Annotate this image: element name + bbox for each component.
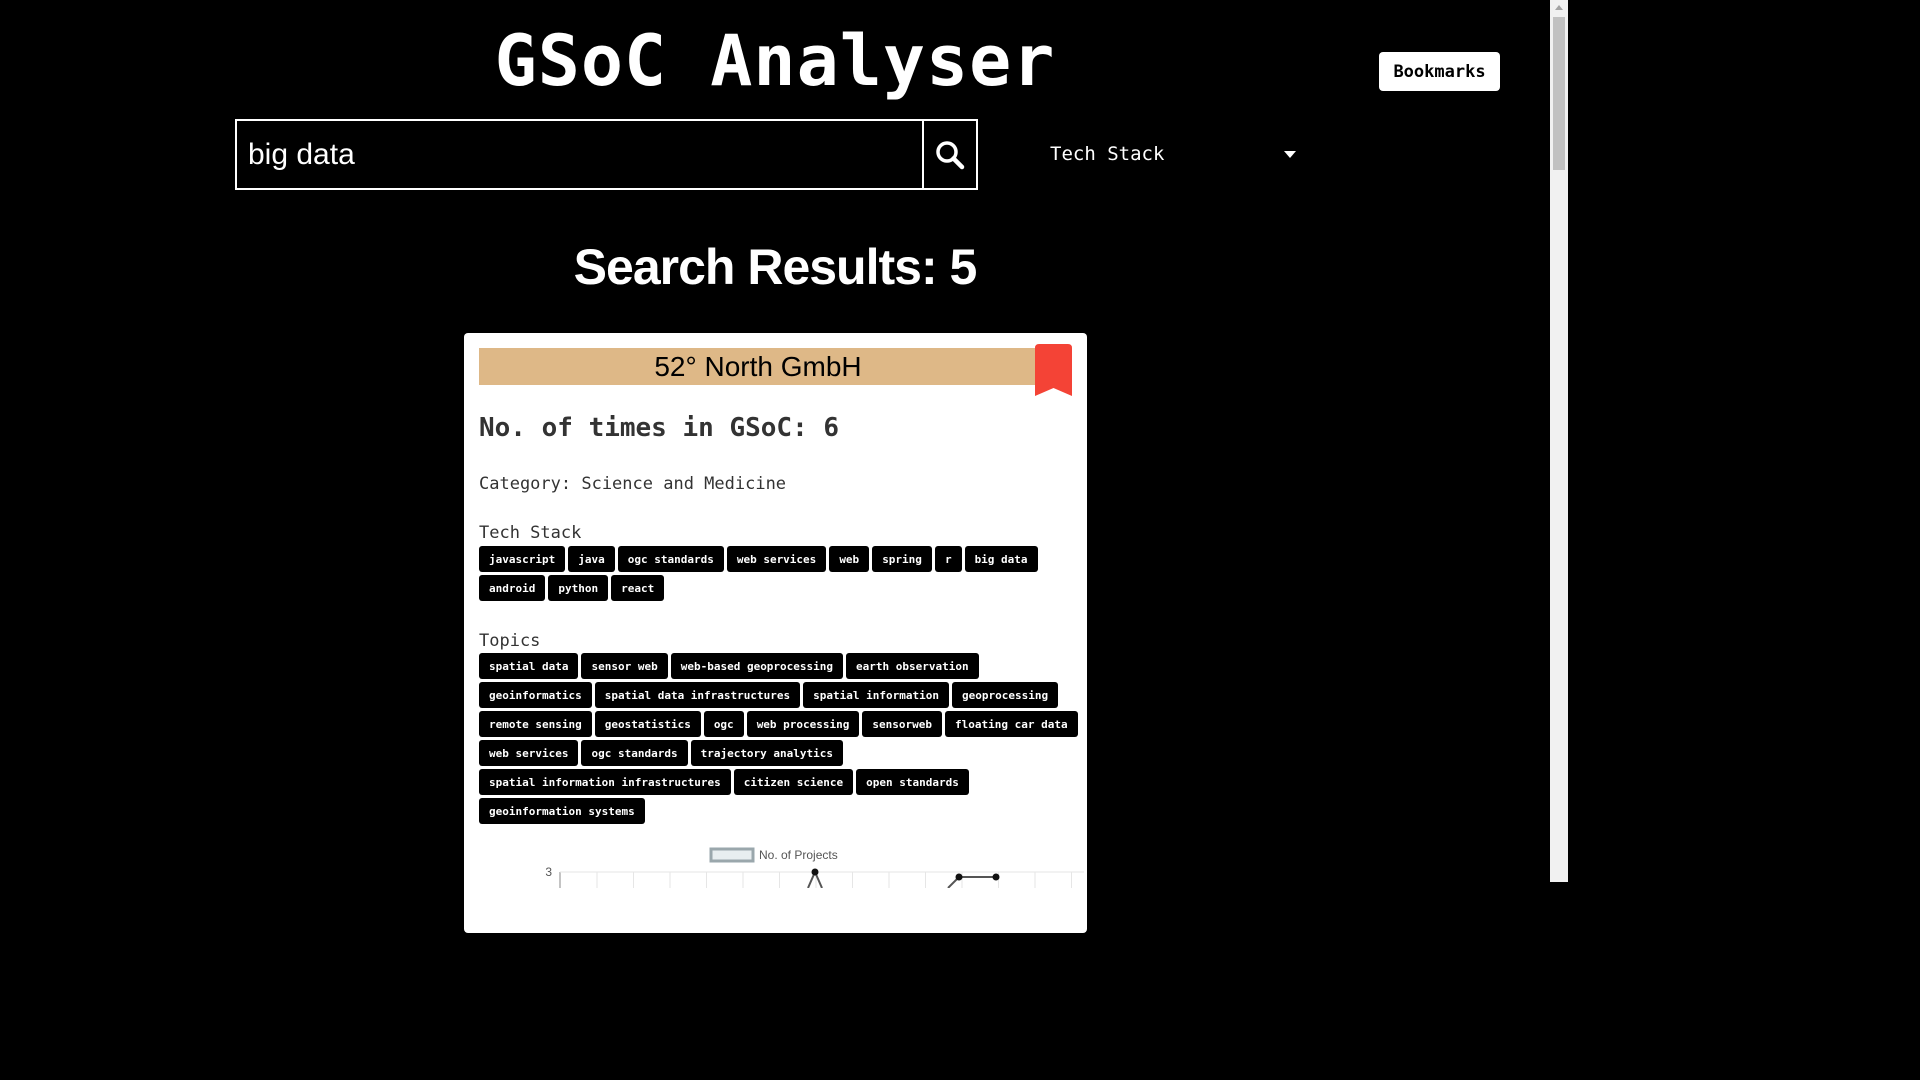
legend-swatch	[709, 847, 755, 863]
topic-tag[interactable]: ogc standards	[581, 740, 688, 766]
data-point	[811, 868, 819, 876]
tech-stack-tag[interactable]: spring	[872, 546, 932, 572]
page-scrollbar[interactable]	[1550, 0, 1568, 882]
org-name: 52° North GmbH	[654, 350, 862, 382]
topics-list: spatial data sensor web web-based geoproce…	[479, 653, 1079, 824]
bookmark-icon[interactable]	[1035, 344, 1072, 396]
gsoc-count: No. of times in GSoC: 6	[479, 413, 840, 443]
topic-tag[interactable]: sensor web	[581, 653, 668, 679]
tech-stack-tag[interactable]: web services	[726, 546, 827, 572]
search-bar	[235, 119, 978, 190]
data-point	[955, 873, 963, 881]
org-card: 52° North GmbH No. of times in GSoC: 6 C…	[464, 333, 1087, 933]
topic-tag[interactable]: web services	[479, 740, 579, 766]
projects-chart: No. of Projects 3	[545, 847, 1084, 888]
tech-stack-tag[interactable]: r	[934, 546, 962, 572]
tech-stack-list: javascript java ogc standards web services w…	[479, 546, 1079, 601]
app-title: GSoC Analyser	[494, 20, 1056, 102]
data-point	[992, 873, 1000, 881]
tech-stack-tag[interactable]: react	[611, 575, 665, 601]
topic-tag[interactable]: geoinformation systems	[479, 798, 645, 824]
topic-tag[interactable]: web processing	[746, 711, 860, 737]
topics-label: Topics	[479, 631, 541, 651]
series-line-segment	[947, 876, 996, 888]
topic-tag[interactable]: spatial data infrastructures	[594, 682, 801, 708]
topic-tag[interactable]: trajectory analytics	[690, 740, 844, 766]
legend-label[interactable]: No. of Projects	[759, 848, 838, 862]
topic-tag[interactable]: geostatistics	[594, 711, 701, 737]
topic-tag[interactable]: spatial data	[479, 653, 579, 679]
search-input[interactable]	[237, 121, 922, 188]
topic-tag[interactable]: earth observation	[846, 653, 979, 679]
chevron-down-icon	[1284, 150, 1296, 158]
topic-tag[interactable]: ogc	[703, 711, 744, 737]
bookmarks-button[interactable]: Bookmarks	[1379, 52, 1500, 91]
org-category: Category: Science and Medicine	[479, 474, 787, 494]
filter-selected-label: Tech Stack	[1050, 143, 1165, 165]
scrollbar-thumb[interactable]	[1553, 17, 1565, 170]
topic-tag[interactable]: citizen science	[733, 769, 854, 795]
tech-stack-tag[interactable]: android	[479, 575, 546, 601]
tech-stack-tag[interactable]: java	[568, 546, 615, 572]
topic-tag[interactable]: sensorweb	[862, 711, 943, 737]
topic-tag[interactable]: geoprocessing	[952, 682, 1059, 708]
topic-tag[interactable]: open standards	[856, 769, 969, 795]
org-name-banner: 52° North GmbH	[479, 348, 1037, 385]
topic-tag[interactable]: remote sensing	[479, 711, 592, 737]
results-count-heading: Search Results: 5	[573, 239, 978, 295]
tech-stack-tag[interactable]: python	[548, 575, 609, 601]
tech-stack-tag[interactable]: javascript	[479, 546, 566, 572]
vertical-gridlines	[596, 872, 1072, 888]
search-icon	[936, 140, 965, 169]
tech-stack-tag[interactable]: ogc standards	[617, 546, 724, 572]
y-tick-label: 3	[545, 865, 552, 879]
tech-stack-tag[interactable]: big data	[964, 546, 1038, 572]
topic-tag[interactable]: spatial information	[803, 682, 949, 708]
topic-tag[interactable]: floating car data	[945, 711, 1078, 737]
topic-tag[interactable]: spatial information infrastructures	[479, 769, 731, 795]
tech-stack-label: Tech Stack	[479, 523, 582, 543]
topic-tag[interactable]: web-based geoprocessing	[670, 653, 844, 679]
topic-tag[interactable]: geoinformatics	[479, 682, 592, 708]
filter-dropdown[interactable]: Tech Stack	[1050, 140, 1300, 168]
search-button[interactable]	[922, 121, 976, 188]
scroll-up-icon[interactable]	[1555, 5, 1563, 10]
tech-stack-tag[interactable]: web	[829, 546, 870, 572]
